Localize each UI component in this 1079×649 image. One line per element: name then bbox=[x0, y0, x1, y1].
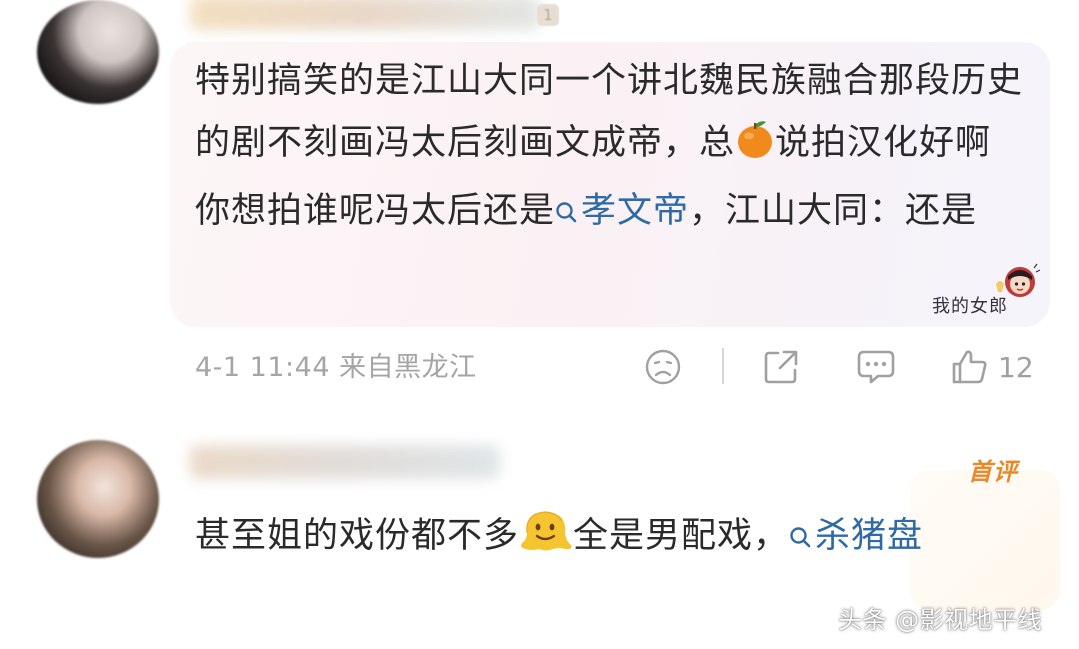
avatar[interactable] bbox=[37, 0, 159, 104]
orange-emoji bbox=[735, 118, 775, 180]
like-button[interactable]: 12 bbox=[950, 345, 1034, 389]
search-link[interactable]: 杀猪盘 bbox=[789, 516, 923, 556]
comment-text-part: ，江山大同：还是 bbox=[689, 191, 978, 231]
first-comment-badge: 首评 bbox=[968, 458, 1018, 486]
sticker-label: 我的女郎 bbox=[932, 296, 1008, 317]
share-button[interactable] bbox=[762, 345, 800, 389]
username-blurred[interactable] bbox=[190, 0, 540, 30]
dislike-button[interactable] bbox=[644, 345, 682, 389]
dislike-face-icon bbox=[645, 349, 681, 385]
divider bbox=[722, 348, 724, 384]
reply-button[interactable] bbox=[856, 345, 896, 389]
comment-text: 甚至姐的戏份都不多 全是男配戏， 杀猪盘 bbox=[195, 505, 1025, 573]
like-count: 12 bbox=[998, 350, 1034, 384]
reply-icon bbox=[857, 350, 895, 384]
comment-text: 特别搞笑的是江山大同一个讲北魏民族融合那段历史的剧不刻画冯太后刻画文成帝，总 说拍… bbox=[195, 50, 1025, 242]
level-badge: 1 bbox=[537, 4, 559, 26]
melting-face-emoji bbox=[519, 507, 573, 573]
share-icon bbox=[764, 350, 798, 384]
search-link[interactable]: 孝文帝 bbox=[555, 191, 689, 231]
search-link-label: 杀猪盘 bbox=[815, 516, 924, 556]
comment-text-part: 甚至姐的戏份都不多 bbox=[195, 516, 520, 556]
comment-meta: 4-1 11:44 来自黑龙江 bbox=[195, 352, 477, 383]
comment-feed: 1 特别搞笑的是江山大同一个讲北魏民族融合那段历史的剧不刻画冯太后刻画文成帝，总… bbox=[0, 0, 1079, 649]
watermark: 头条 @影视地平线 bbox=[838, 606, 1043, 634]
comment-text-part: 全是男配戏， bbox=[573, 516, 790, 556]
search-link-label: 孝文帝 bbox=[581, 191, 690, 231]
search-icon bbox=[556, 202, 577, 223]
thumbs-up-icon bbox=[952, 350, 987, 384]
avatar[interactable] bbox=[37, 440, 159, 558]
search-icon bbox=[790, 527, 811, 548]
username-blurred[interactable] bbox=[190, 445, 500, 479]
